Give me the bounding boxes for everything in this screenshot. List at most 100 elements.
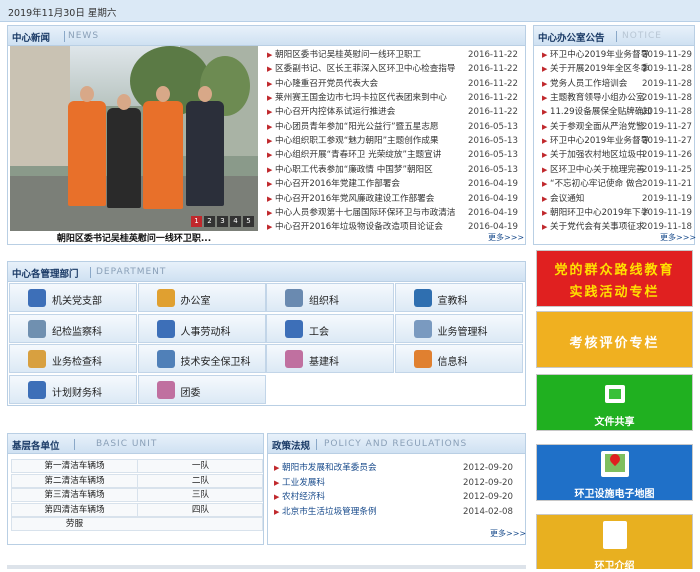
mass-line-banner[interactable]: 党的群众路线教育 实践活动专栏 — [536, 250, 693, 307]
item-title[interactable]: 中心人员参观第十七届国际环保环卫与市政清洁 — [275, 206, 475, 220]
department-9[interactable]: 业务检查科 — [9, 344, 137, 373]
item-title[interactable]: 朝阳环卫中心2019年下半 — [550, 206, 656, 220]
item-title[interactable]: 北京市生活垃圾管理条例 — [282, 505, 462, 519]
notice-more-link[interactable]: 更多>>> — [660, 232, 696, 243]
item-title[interactable]: 农村经济科 — [282, 490, 462, 504]
item-title[interactable]: 中心召开2016年党建工作部署会 — [275, 177, 475, 191]
item-title[interactable]: 会议通知 — [550, 192, 656, 206]
file-share-banner[interactable]: 文件共享 — [536, 374, 693, 431]
list-item[interactable]: ▶ 朝阳区委书记吴桂英慰问一线环卫职工 2016-11-22 — [265, 48, 522, 62]
unit-name[interactable]: 第一清洁车辆场 — [12, 460, 137, 472]
list-item[interactable]: ▶ 区环卫中心关于梳理完善 2019-11-25 — [540, 163, 692, 177]
item-title[interactable]: 环卫中心2019年业务督导 — [550, 134, 656, 148]
list-item[interactable]: ▶ 关于加强农村地区垃圾中 2019-11-26 — [540, 148, 692, 162]
unit-team[interactable]: 二队 — [137, 474, 263, 487]
list-item[interactable]: ▶ 中心职工代表参加“廉政情 中国梦”朝阳区 2016-05-13 — [265, 163, 522, 177]
facility-map-banner[interactable]: 环卫设施电子地图 — [536, 444, 693, 501]
item-title[interactable]: 关于开展2019年全区冬季 — [550, 62, 656, 76]
department-11[interactable]: 基建科 — [266, 344, 394, 373]
department-13[interactable]: 计划财务科 — [9, 374, 137, 404]
list-item[interactable]: ▶ 朝阳环卫中心2019年下半 2019-11-19 — [540, 206, 692, 220]
unit-name[interactable]: 第三清洁车辆场 — [12, 489, 137, 501]
department-5[interactable]: 纪检监察科 — [9, 313, 137, 343]
item-title[interactable]: 中心召开2016年党风廉政建设工作部署会 — [275, 192, 475, 206]
item-title[interactable]: 主题教育领导小组办公室 — [550, 91, 656, 105]
list-item[interactable]: ▶ 党务人员工作培训会 2019-11-28 — [540, 77, 692, 91]
slide-dot-2[interactable]: 2 — [204, 216, 215, 227]
list-item[interactable]: ▶ 中心人员参观第十七届国际环保环卫与市政清洁 2016-04-19 — [265, 206, 522, 220]
item-title[interactable]: 工业发展科 — [282, 476, 462, 490]
list-item[interactable]: ▶ 环卫中心2019年业务督导 2019-11-27 — [540, 134, 692, 148]
list-item[interactable]: ▶ 中心组织开展“青春环卫 光荣绽放”主题宣讲 2016-05-13 — [265, 148, 522, 162]
introduction-banner[interactable]: 环卫介绍 — [536, 514, 693, 572]
list-item[interactable]: ▶ 关于参观全面从严治党警 2019-11-27 — [540, 120, 692, 134]
department-14[interactable]: 团委 — [137, 374, 266, 404]
item-title[interactable]: 关于加强农村地区垃圾中 — [550, 148, 656, 162]
item-title[interactable]: 中心职工代表参加“廉政情 中国梦”朝阳区 — [275, 163, 475, 177]
unit-team[interactable]: 一队 — [137, 460, 263, 472]
item-title[interactable]: 中心召开2016年垃圾物设备改造项目论证会 — [275, 220, 475, 234]
slide-dot-4[interactable]: 4 — [230, 216, 241, 227]
list-item[interactable]: ▶ 中心召开2016年党建工作部署会 2016-04-19 — [265, 177, 522, 191]
item-date: 2016-05-13 — [468, 121, 518, 132]
list-item[interactable]: ▶ 会议通知 2019-11-19 — [540, 192, 692, 206]
list-item[interactable]: ▶ 工业发展科 2012-09-20 — [272, 476, 517, 490]
item-title[interactable]: 关于党代会有关事项征求 — [550, 220, 656, 234]
item-title[interactable]: 朝阳市发展和改革委员会 — [282, 461, 462, 475]
department-12[interactable]: 信息科 — [394, 344, 523, 373]
item-title[interactable]: 中心团员青年参加“阳光公益行”暨五星志愿 — [275, 120, 475, 134]
unit-name[interactable]: 第四清洁车辆场 — [12, 504, 137, 516]
department-1[interactable]: 机关党支部 — [9, 283, 137, 312]
list-item[interactable]: ▶ 农村经济科 2012-09-20 — [272, 490, 517, 504]
list-item[interactable]: ▶ 中心召开内控体系试运行推进会 2016-11-22 — [265, 105, 522, 119]
list-item[interactable]: ▶ 中心隆重召开党员代表大会 2016-11-22 — [265, 77, 522, 91]
news-photo[interactable]: 1 2 3 4 5 — [10, 46, 258, 231]
list-item[interactable]: ▶ 莱州赛王国金边市七玛卡拉区代表团来到中心 2016-11-22 — [265, 91, 522, 105]
list-item[interactable]: ▶ 中心召开2016年垃圾物设备改造项目论证会 2016-04-19 — [265, 220, 522, 234]
item-title[interactable]: 中心召开内控体系试运行推进会 — [275, 105, 475, 119]
item-title[interactable]: 环卫中心2019年业务督导 — [550, 48, 656, 62]
news-more-link[interactable]: 更多>>> — [488, 232, 524, 243]
item-title[interactable]: 中心组织职工参观“魅力朝阳”主题创作成果 — [275, 134, 475, 148]
unit-team[interactable]: 三队 — [137, 489, 263, 501]
list-item[interactable]: ▶ 区委副书记、区长王菲深入区环卫中心检查指导 2016-11-22 — [265, 62, 522, 76]
list-item[interactable]: ▶ 11.29设备展保全贴牌确知 2019-11-28 — [540, 105, 692, 119]
unit-name[interactable]: 第二清洁车辆场 — [12, 475, 137, 487]
policy-more-link[interactable]: 更多>>> — [490, 528, 526, 539]
list-item[interactable]: ▶ 中心召开2016年党风廉政建设工作部署会 2016-04-19 — [265, 192, 522, 206]
slide-dot-3[interactable]: 3 — [217, 216, 228, 227]
item-title[interactable]: 区委副书记、区长王菲深入区环卫中心检查指导 — [275, 62, 475, 76]
list-item[interactable]: ▶ 北京市生活垃圾管理条例 2014-02-08 — [272, 505, 517, 519]
item-title[interactable]: 莱州赛王国金边市七玛卡拉区代表团来到中心 — [275, 91, 475, 105]
item-title[interactable]: 中心隆重召开党员代表大会 — [275, 77, 475, 91]
list-item[interactable]: ▶ 中心团员青年参加“阳光公益行”暨五星志愿 2016-05-13 — [265, 120, 522, 134]
list-item[interactable]: ▶ 环卫中心2019年业务督导 2019-11-29 — [540, 48, 692, 62]
department-8[interactable]: 业务管理科 — [394, 313, 523, 343]
item-title[interactable]: 关于参观全面从严治党警 — [550, 120, 656, 134]
item-title[interactable]: 区环卫中心关于梳理完善 — [550, 163, 656, 177]
department-2[interactable]: 办公室 — [137, 283, 266, 312]
item-date: 2014-02-08 — [463, 506, 513, 517]
list-item[interactable]: ▶ 主题教育领导小组办公室 2019-11-28 — [540, 91, 692, 105]
department-6[interactable]: 人事劳动科 — [137, 313, 266, 343]
slide-dot-1[interactable]: 1 — [191, 216, 202, 227]
item-title[interactable]: 中心组织开展“青春环卫 光荣绽放”主题宣讲 — [275, 148, 475, 162]
item-title[interactable]: 11.29设备展保全贴牌确知 — [550, 105, 656, 119]
item-title[interactable]: 朝阳区委书记吴桂英慰问一线环卫职工 — [275, 48, 475, 62]
department-3[interactable]: 组织科 — [266, 283, 394, 312]
list-item[interactable]: ▶ 中心组织职工参观“魅力朝阳”主题创作成果 2016-05-13 — [265, 134, 522, 148]
list-item[interactable]: ▶ “不忘初心牢记使命 做合 2019-11-21 — [540, 177, 692, 191]
evaluation-banner[interactable]: 考核评价专栏 — [536, 311, 693, 368]
item-title[interactable]: 党务人员工作培训会 — [550, 77, 656, 91]
list-item[interactable]: ▶ 朝阳市发展和改革委员会 2012-09-20 — [272, 461, 517, 475]
unit-name[interactable]: 劳服 — [12, 518, 137, 530]
department-10[interactable]: 技术安全保卫科 — [137, 344, 266, 373]
department-4[interactable]: 宣教科 — [394, 283, 523, 312]
table-row: 第二清洁车辆场 二队 — [11, 473, 263, 488]
photo-caption[interactable]: 朝阳区委书记吴桂英慰问一线环卫职... — [10, 231, 258, 245]
list-item[interactable]: ▶ 关于开展2019年全区冬季 2019-11-28 — [540, 62, 692, 76]
slide-dot-5[interactable]: 5 — [243, 216, 254, 227]
item-title[interactable]: “不忘初心牢记使命 做合 — [550, 177, 656, 191]
unit-team[interactable]: 四队 — [137, 503, 263, 516]
department-7[interactable]: 工会 — [266, 313, 394, 343]
